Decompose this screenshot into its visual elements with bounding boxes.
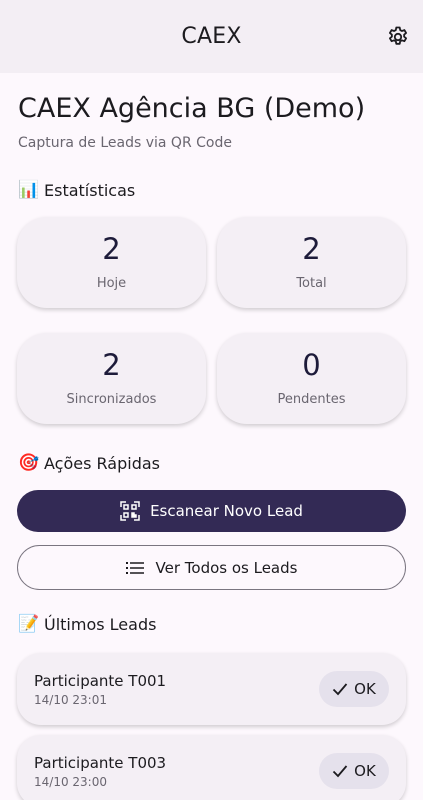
lead-status-chip[interactable]: OK — [319, 671, 389, 707]
bar-chart-icon: 📊 — [18, 180, 40, 200]
scan-button-label: Escanear Novo Lead — [150, 502, 303, 520]
stat-label: Hoje — [96, 275, 127, 291]
stats-section-title: 📊 Estatísticas — [18, 180, 135, 200]
stat-value: 2 — [102, 231, 121, 266]
stat-value: 2 — [302, 231, 321, 266]
list-icon — [125, 561, 144, 574]
lead-card[interactable]: Participante T003 14/10 23:00 OK — [17, 735, 406, 800]
lead-status-label: OK — [354, 680, 376, 698]
page-title: CAEX Agência BG (Demo) — [18, 93, 366, 124]
page-subtitle: Captura de Leads via QR Code — [18, 135, 232, 151]
lead-status-label: OK — [354, 762, 376, 780]
actions-title-label: Ações Rápidas — [44, 453, 160, 473]
settings-button[interactable] — [383, 22, 413, 52]
stat-label: Sincronizados — [66, 391, 157, 407]
stats-title-label: Estatísticas — [44, 180, 136, 200]
recent-title-label: Últimos Leads — [44, 614, 157, 634]
lead-name: Participante T001 — [34, 672, 167, 690]
view-all-leads-button[interactable]: Ver Todos os Leads — [17, 545, 406, 590]
actions-section-title: 🎯 Ações Rápidas — [18, 453, 160, 473]
gear-icon — [389, 26, 407, 45]
stat-label: Total — [296, 275, 327, 291]
stat-card-pending: 0 Pendentes — [217, 333, 406, 424]
lead-card[interactable]: Participante T001 14/10 23:01 OK — [17, 653, 406, 725]
memo-icon: 📝 — [18, 614, 40, 634]
check-icon — [333, 765, 348, 778]
qr-code-scan-icon — [120, 501, 140, 521]
lead-date: 14/10 23:00 — [34, 775, 107, 789]
stat-card-synced: 2 Sincronizados — [17, 333, 206, 424]
stat-value: 2 — [102, 347, 121, 382]
stat-card-today: 2 Hoje — [17, 217, 206, 308]
lead-status-chip[interactable]: OK — [319, 753, 389, 789]
recent-section-title: 📝 Últimos Leads — [18, 614, 156, 634]
lead-name: Participante T003 — [34, 754, 167, 772]
lead-date: 14/10 23:01 — [34, 693, 107, 707]
target-icon: 🎯 — [18, 453, 40, 473]
view-all-button-label: Ver Todos os Leads — [155, 558, 298, 577]
stat-value: 0 — [302, 347, 321, 382]
app-title: CAEX — [181, 24, 242, 49]
scan-new-lead-button[interactable]: Escanear Novo Lead — [17, 490, 406, 532]
stat-card-total: 2 Total — [217, 217, 406, 308]
check-icon — [333, 683, 348, 696]
app-bar: CAEX — [0, 0, 423, 73]
stat-label: Pendentes — [277, 391, 346, 407]
